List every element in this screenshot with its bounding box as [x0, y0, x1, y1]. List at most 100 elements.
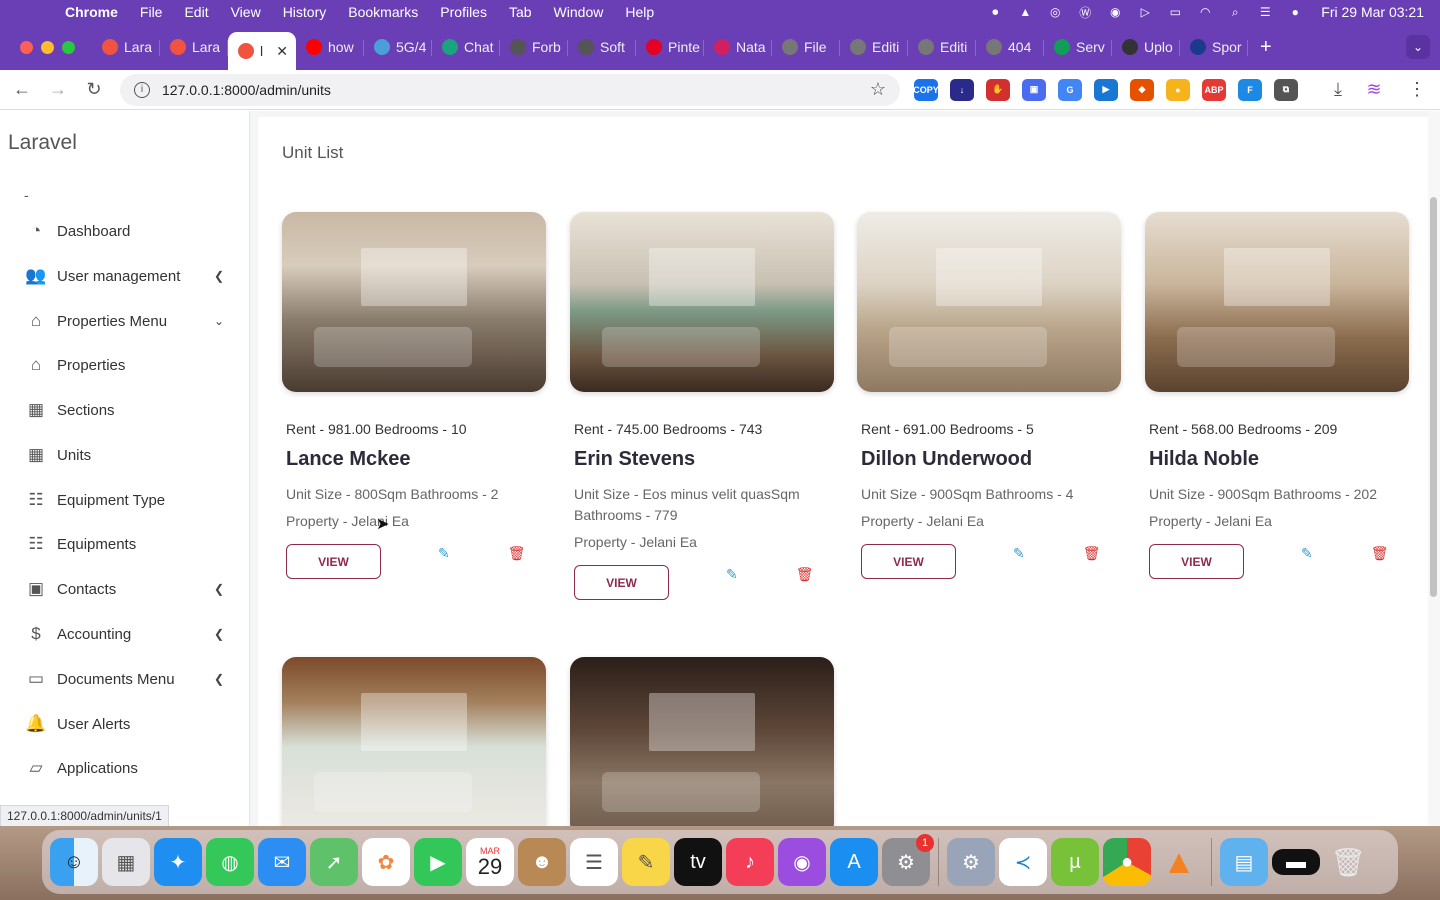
- tab-active[interactable]: l ✕: [228, 32, 296, 70]
- tab[interactable]: Nata: [704, 30, 772, 64]
- sidebar-item-accounting[interactable]: $ Accounting ❮: [24, 620, 224, 648]
- site-info-icon[interactable]: i: [134, 81, 150, 98]
- app-store-icon[interactable]: A: [830, 838, 878, 886]
- delete-icon[interactable]: 🗑: [1371, 545, 1389, 562]
- profile-icon[interactable]: ≋: [1356, 79, 1392, 100]
- abp-ext-icon[interactable]: ABP: [1202, 78, 1226, 101]
- menu-edit[interactable]: Edit: [173, 4, 219, 20]
- reminders-icon[interactable]: ☰: [570, 838, 618, 886]
- sidebar-item-documents-menu[interactable]: ▭ Documents Menu ❮: [24, 665, 224, 693]
- view-button[interactable]: VIEW: [574, 565, 669, 600]
- finder-icon[interactable]: ☺: [50, 838, 98, 886]
- menu-tab[interactable]: Tab: [498, 4, 543, 20]
- preview-icon[interactable]: ⚙: [947, 838, 995, 886]
- hand-ext-icon[interactable]: ✋: [986, 78, 1010, 101]
- reload-button[interactable]: ↻: [76, 79, 112, 100]
- trash-icon[interactable]: 🗑: [1324, 838, 1372, 886]
- menu-history[interactable]: History: [272, 4, 338, 20]
- downloads-icon[interactable]: ⤓: [1320, 79, 1356, 100]
- music-icon[interactable]: ♪: [726, 838, 774, 886]
- vlc-icon[interactable]: ▲: [1155, 838, 1203, 886]
- edit-icon[interactable]: ✎: [1013, 545, 1025, 562]
- tab[interactable]: Spor: [1180, 30, 1248, 64]
- photos-icon[interactable]: ✿: [362, 838, 410, 886]
- tab[interactable]: Chat: [432, 30, 500, 64]
- play-ext-icon[interactable]: ▶: [1094, 78, 1118, 101]
- tab[interactable]: 5G/4: [364, 30, 432, 64]
- siri-icon[interactable]: ●: [1287, 5, 1303, 19]
- safari-icon[interactable]: ✦: [154, 838, 202, 886]
- chevron-left-icon[interactable]: ❮: [214, 627, 224, 641]
- tab[interactable]: Pinte: [636, 30, 704, 64]
- scrollbar-thumb[interactable]: [1430, 197, 1437, 597]
- edit-icon[interactable]: ✎: [1301, 545, 1313, 562]
- record-icon[interactable]: ⏺: [987, 5, 1003, 19]
- sidebar-item-units[interactable]: ▦ Units: [24, 441, 224, 469]
- edit-icon[interactable]: ✎: [438, 545, 450, 562]
- download-ext-icon[interactable]: ↓: [950, 78, 974, 101]
- page-scrollbar[interactable]: [1428, 111, 1440, 826]
- contacts-icon[interactable]: ☻: [518, 838, 566, 886]
- sidebar-item-properties[interactable]: ⌂ Properties: [24, 351, 224, 379]
- tab[interactable]: Uplo: [1112, 30, 1180, 64]
- save-ext-icon[interactable]: ▣: [1022, 78, 1046, 101]
- minimize-window-button[interactable]: [41, 40, 54, 54]
- maps-icon[interactable]: ➚: [310, 838, 358, 886]
- menu-bookmarks[interactable]: Bookmarks: [337, 4, 429, 20]
- tab[interactable]: Editi: [840, 30, 908, 64]
- screen-thumbnail-icon[interactable]: ▬: [1272, 849, 1320, 875]
- chevron-left-icon[interactable]: ❮: [214, 672, 224, 686]
- chevron-left-icon[interactable]: ❮: [214, 582, 224, 596]
- delete-icon[interactable]: 🗑: [796, 566, 814, 583]
- close-tab-icon[interactable]: ✕: [276, 43, 288, 60]
- apple-tv-icon[interactable]: tv: [674, 838, 722, 886]
- tab[interactable]: Forb: [500, 30, 568, 64]
- sidebar-item-applications[interactable]: ▱ Applications: [24, 754, 224, 782]
- tab-search-button[interactable]: ⌄: [1406, 35, 1430, 59]
- view-button[interactable]: VIEW: [286, 544, 381, 579]
- menu-profiles[interactable]: Profiles: [429, 4, 498, 20]
- view-button[interactable]: VIEW: [1149, 544, 1244, 579]
- search-icon[interactable]: ⌕: [1227, 5, 1243, 19]
- zoom-window-button[interactable]: [62, 40, 75, 54]
- tab[interactable]: 404: [976, 30, 1044, 64]
- tab[interactable]: Soft: [568, 30, 636, 64]
- close-window-button[interactable]: [20, 40, 33, 54]
- tab[interactable]: Editi: [908, 30, 976, 64]
- chevron-left-icon[interactable]: ❮: [214, 269, 224, 283]
- sidebar-item-contacts[interactable]: ▣ Contacts ❮: [24, 575, 224, 603]
- launchpad-icon[interactable]: ▦: [102, 838, 150, 886]
- font-ext-icon[interactable]: F: [1238, 78, 1262, 101]
- clock[interactable]: Fri 29 Mar 03:21: [1321, 4, 1424, 20]
- vlc-status-icon[interactable]: ▲: [1017, 5, 1033, 19]
- delete-icon[interactable]: 🗑: [1083, 545, 1101, 562]
- bookmark-star-icon[interactable]: ☆: [870, 79, 886, 100]
- control-center-icon[interactable]: ☰: [1257, 5, 1273, 19]
- tab[interactable]: Serv: [1044, 30, 1112, 64]
- mail-icon[interactable]: ✉: [258, 838, 306, 886]
- battery-icon[interactable]: ▭: [1167, 5, 1183, 19]
- translate-ext-icon[interactable]: G: [1058, 78, 1082, 101]
- wifi-icon[interactable]: ◠: [1197, 5, 1213, 19]
- play-status-icon[interactable]: ▷: [1137, 5, 1153, 19]
- facetime-icon[interactable]: ▶: [414, 838, 462, 886]
- chevron-down-icon[interactable]: ⌄: [214, 314, 224, 328]
- user-status-icon[interactable]: ◉: [1107, 5, 1123, 19]
- edit-icon[interactable]: ✎: [726, 566, 738, 583]
- messages-icon[interactable]: ◍: [206, 838, 254, 886]
- downloads-folder-icon[interactable]: ▤: [1220, 838, 1268, 886]
- chrome-menu-icon[interactable]: ⋮: [1408, 79, 1426, 100]
- tab[interactable]: how: [296, 30, 364, 64]
- chrome-icon[interactable]: ●: [1103, 838, 1151, 886]
- puzzle-ext-icon[interactable]: ⧉: [1274, 78, 1298, 101]
- coin-ext-icon[interactable]: ●: [1166, 78, 1190, 101]
- calendar-icon[interactable]: MAR 29: [466, 838, 514, 886]
- menu-window[interactable]: Window: [543, 4, 615, 20]
- menu-view[interactable]: View: [220, 4, 272, 20]
- sidebar-item-equipment-type[interactable]: ☷ Equipment Type: [24, 486, 224, 514]
- menu-help[interactable]: Help: [614, 4, 665, 20]
- back-button[interactable]: ←: [4, 79, 40, 100]
- menu-file[interactable]: File: [129, 4, 174, 20]
- view-button[interactable]: VIEW: [861, 544, 956, 579]
- sidebar-item-user-alerts[interactable]: 🔔 User Alerts: [24, 710, 224, 738]
